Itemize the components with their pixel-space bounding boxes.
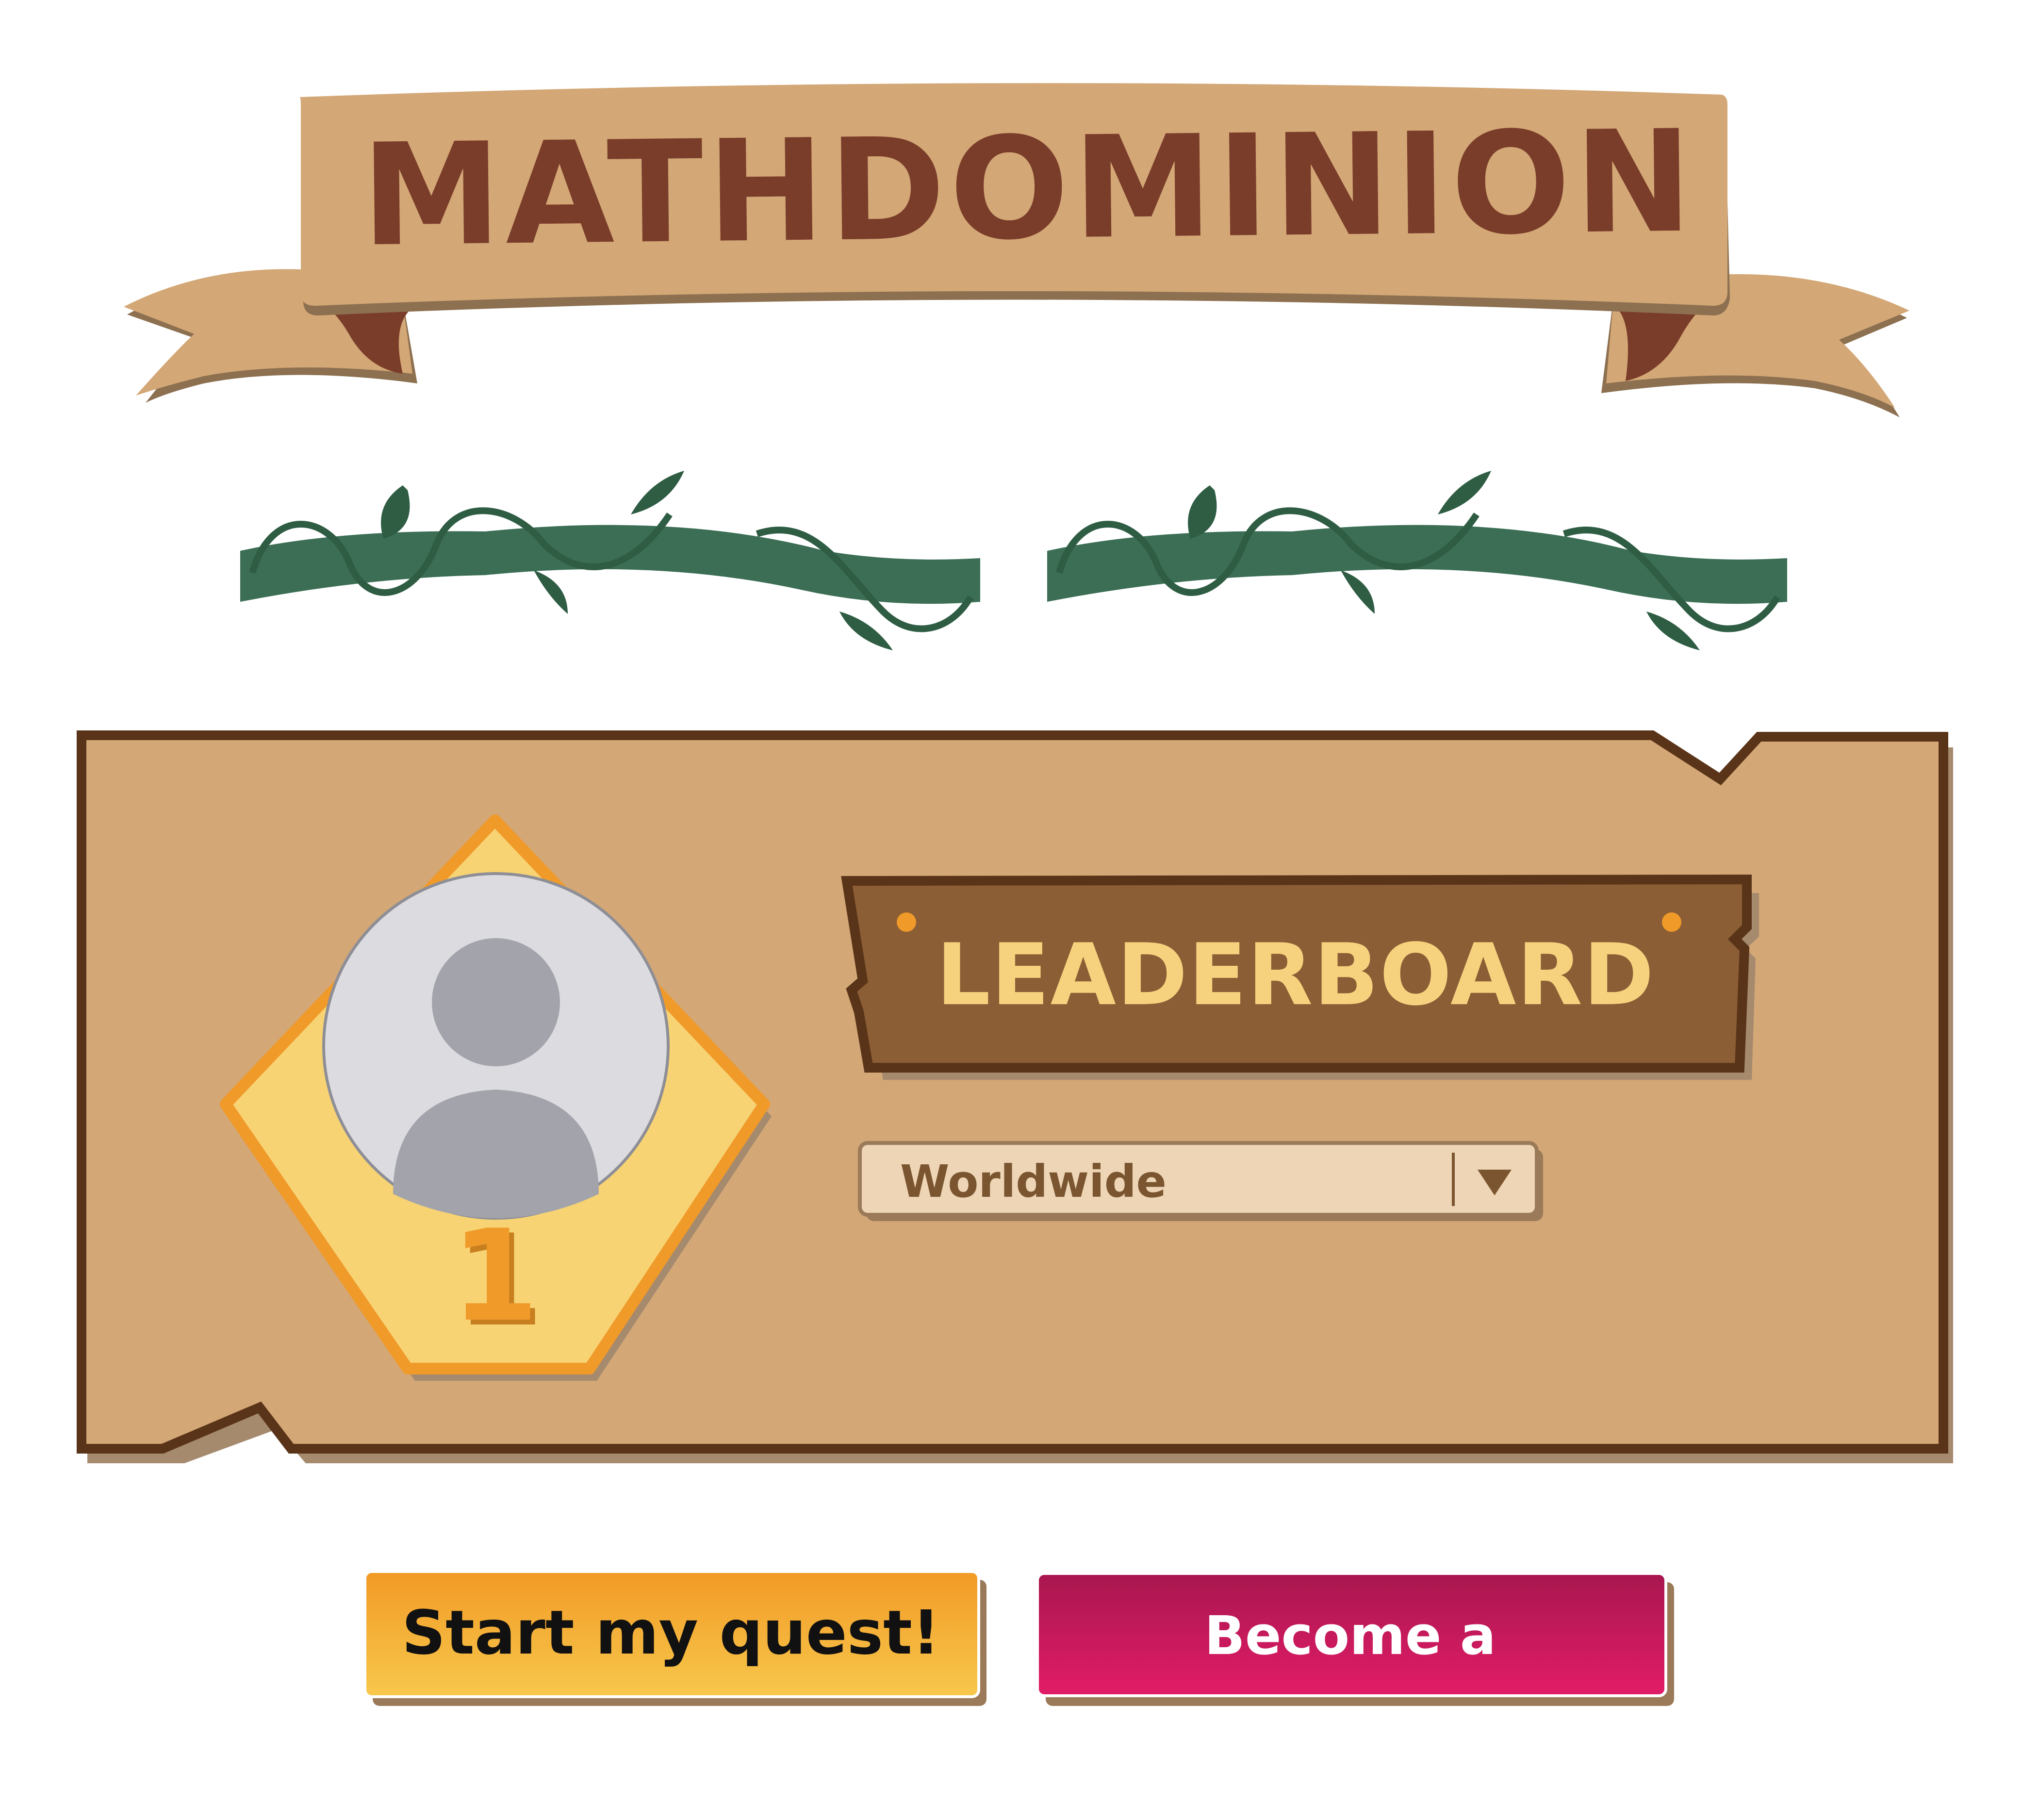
start-quest-button-label[interactable]: Start my quest! xyxy=(369,1572,973,1694)
game-title: MATHDOMINION xyxy=(360,100,1697,278)
rank-number: 1 xyxy=(451,1203,539,1350)
vine-decoration-left xyxy=(240,471,980,650)
leaderboard-heading: LEADERBOARD xyxy=(936,926,1655,1025)
vine-decoration-right xyxy=(1047,471,1787,650)
region-dropdown-value[interactable]: Worldwide xyxy=(900,1153,1434,1211)
become-champion-button-label[interactable]: Become a champion! xyxy=(1041,1575,1660,1788)
avatar xyxy=(322,872,670,1220)
